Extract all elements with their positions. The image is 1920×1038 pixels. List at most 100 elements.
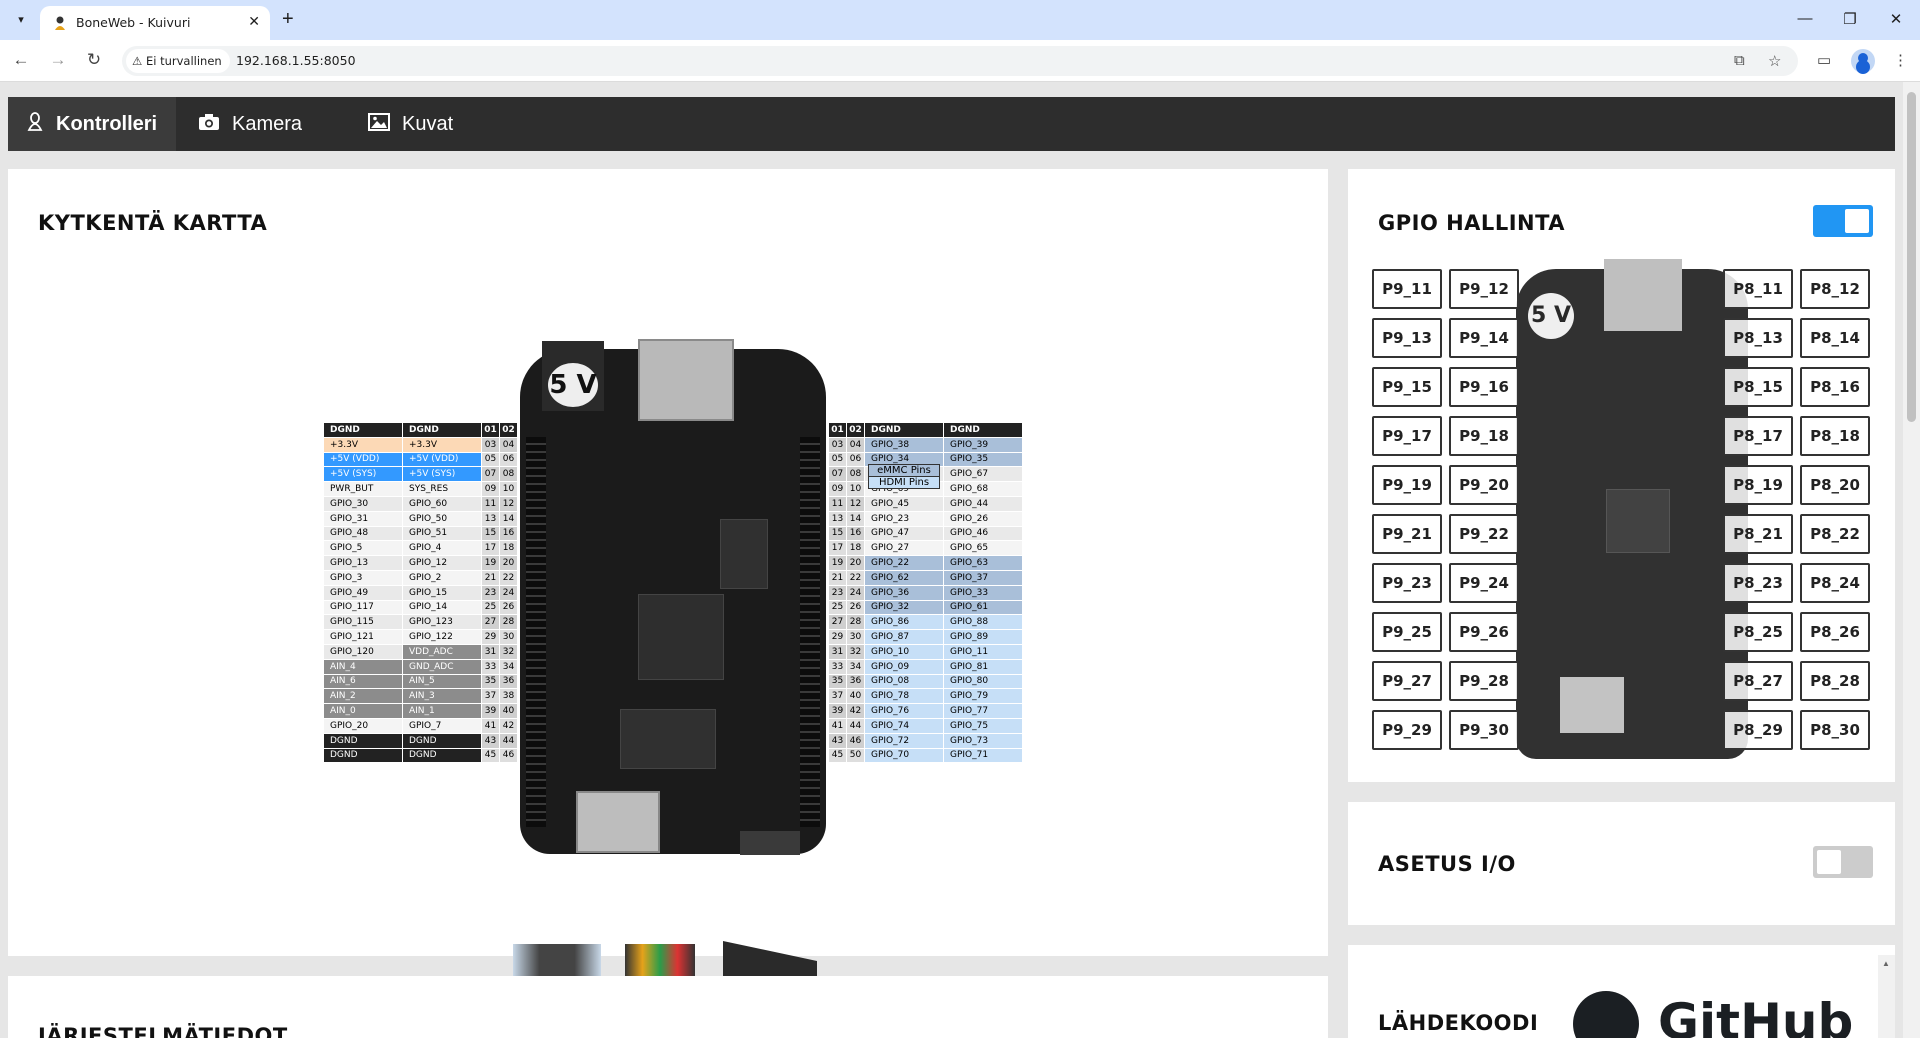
pin-number: 14 [499, 510, 518, 527]
gpio-button-p8-23[interactable]: P8_23 [1723, 563, 1793, 603]
page-scrollbar-thumb[interactable] [1907, 92, 1916, 422]
gpio-button-p8-22[interactable]: P8_22 [1800, 514, 1870, 554]
gpio-button-p8-13[interactable]: P8_13 [1723, 318, 1793, 358]
github-octocat-icon[interactable] [1573, 991, 1639, 1038]
pin-label: GPIO_33 [943, 584, 1023, 601]
gpio-button-p8-11[interactable]: P8_11 [1723, 269, 1793, 309]
back-icon[interactable]: ← [10, 50, 32, 70]
gpio-button-p9-28[interactable]: P9_28 [1449, 661, 1519, 701]
url-text[interactable]: 192.168.1.55:8050 [236, 53, 356, 68]
gpio-button-p8-17[interactable]: P8_17 [1723, 416, 1793, 456]
gpio-button-p9-26[interactable]: P9_26 [1449, 612, 1519, 652]
gpio-button-p9-19[interactable]: P9_19 [1372, 465, 1442, 505]
page-viewport: Kontrolleri Kamera Kuvat KYTKENTÄ KARTTA… [0, 82, 1920, 1038]
gpio-button-p8-27[interactable]: P8_27 [1723, 661, 1793, 701]
gpio-button-p9-24[interactable]: P9_24 [1449, 563, 1519, 603]
gpio-button-p8-30[interactable]: P8_30 [1800, 710, 1870, 750]
gpio-button-p9-23[interactable]: P9_23 [1372, 563, 1442, 603]
pin-label: GPIO_78 [864, 688, 944, 705]
p9-pin-row: AIN_6 AIN_5 35 36 [323, 673, 518, 690]
bookmark-star-icon[interactable]: ☆ [1768, 52, 1781, 70]
pin-number: 27 [481, 614, 500, 631]
gpio-button-p9-21[interactable]: P9_21 [1372, 514, 1442, 554]
gpio-button-p8-19[interactable]: P8_19 [1723, 465, 1793, 505]
gpio-button-p9-15[interactable]: P9_15 [1372, 367, 1442, 407]
scroll-up-icon[interactable]: ▲ [1882, 959, 1890, 968]
gpio-button-p9-27[interactable]: P9_27 [1372, 661, 1442, 701]
browser-tab[interactable]: BoneWeb - Kuivuri ✕ [40, 6, 270, 40]
pin-label: GPIO_26 [943, 510, 1023, 527]
nav-kamera[interactable]: Kamera [180, 97, 320, 151]
pin-number: 32 [499, 643, 518, 660]
pin-number: 03 [481, 436, 500, 453]
pin-number: 29 [828, 629, 847, 645]
gpio-button-p8-25[interactable]: P8_25 [1723, 612, 1793, 652]
tab-search-icon[interactable]: ▾ [10, 9, 32, 31]
pin-number: 36 [846, 673, 865, 690]
gpio-button-p9-14[interactable]: P9_14 [1449, 318, 1519, 358]
gpio-button-p8-15[interactable]: P8_15 [1723, 367, 1793, 407]
page-scrollbar[interactable] [1903, 82, 1920, 1038]
gpio-button-p8-14[interactable]: P8_14 [1800, 318, 1870, 358]
browser-menu-icon[interactable]: ⋮ [1893, 51, 1908, 69]
pin-number: 40 [846, 688, 865, 705]
gpio-button-p9-30[interactable]: P9_30 [1449, 710, 1519, 750]
pin-label: DGND [402, 747, 482, 764]
gpio-button-p9-18[interactable]: P9_18 [1449, 416, 1519, 456]
gpio-button-p9-29[interactable]: P9_29 [1372, 710, 1442, 750]
gpio-button-p9-12[interactable]: P9_12 [1449, 269, 1519, 309]
gpio-button-p8-29[interactable]: P8_29 [1723, 710, 1793, 750]
nav-kontrolleri[interactable]: Kontrolleri [8, 97, 176, 151]
gpio-button-p9-13[interactable]: P9_13 [1372, 318, 1442, 358]
forward-icon[interactable]: → [47, 50, 69, 70]
pin-number: 34 [499, 658, 518, 675]
gpio-title: GPIO HALLINTA [1378, 211, 1566, 235]
gpio-button-p8-16[interactable]: P8_16 [1800, 367, 1870, 407]
pin-number: 06 [499, 451, 518, 468]
gpio-button-p8-18[interactable]: P8_18 [1800, 416, 1870, 456]
new-tab-icon[interactable]: + [282, 8, 294, 31]
tab-close-icon[interactable]: ✕ [248, 13, 260, 30]
gpio-button-p9-11[interactable]: P9_11 [1372, 269, 1442, 309]
pin-label: GPIO_12 [402, 555, 482, 571]
translate-icon[interactable]: ⧉ [1734, 52, 1745, 69]
pin-label: PWR_BUT [323, 481, 403, 497]
toggle-knob [1817, 850, 1841, 874]
pin-label: GPIO_68 [943, 481, 1023, 497]
gpio-button-p9-20[interactable]: P9_20 [1449, 465, 1519, 505]
gpio-button-p8-28[interactable]: P8_28 [1800, 661, 1870, 701]
security-chip[interactable]: ⚠ Ei turvallinen [126, 49, 230, 73]
pin-number: 37 [481, 688, 500, 705]
gpio-button-p9-25[interactable]: P9_25 [1372, 612, 1442, 652]
reload-icon[interactable]: ↻ [83, 50, 105, 70]
cast-icon[interactable]: ▭ [1817, 51, 1831, 69]
source-scrollbar[interactable]: ▲ [1878, 955, 1895, 1038]
system-info-title: JÄRJESTELMÄTIEDOT [38, 1024, 288, 1038]
profile-avatar-icon[interactable] [1851, 49, 1875, 73]
gpio-button-p8-12[interactable]: P8_12 [1800, 269, 1870, 309]
gpio-button-p9-22[interactable]: P9_22 [1449, 514, 1519, 554]
pin-number: 26 [846, 599, 865, 616]
restore-icon[interactable]: ❐ [1840, 10, 1860, 28]
close-window-icon[interactable]: ✕ [1886, 10, 1906, 28]
pin-label: DGND [402, 732, 482, 749]
gpio-button-p9-16[interactable]: P9_16 [1449, 367, 1519, 407]
pin-number: 01 [481, 422, 500, 438]
nav-kuvat[interactable]: Kuvat [350, 97, 471, 151]
legend-emmc: eMMC Pins [868, 464, 940, 477]
gpio-button-p8-20[interactable]: P8_20 [1800, 465, 1870, 505]
gpio-button-p9-17[interactable]: P9_17 [1372, 416, 1442, 456]
address-bar[interactable]: ⚠ Ei turvallinen 192.168.1.55:8050 ⧉ ☆ [122, 46, 1798, 76]
pin-number: 04 [499, 436, 518, 453]
minimize-icon[interactable]: — [1795, 10, 1815, 27]
pin-label: GND_ADC [402, 658, 482, 675]
p9-pin-row: GPIO_115 GPIO_123 27 28 [323, 614, 518, 631]
gpio-button-p8-24[interactable]: P8_24 [1800, 563, 1870, 603]
pin-number: 23 [481, 584, 500, 601]
pin-label: GPIO_51 [402, 525, 482, 542]
gpio-button-p8-26[interactable]: P8_26 [1800, 612, 1870, 652]
asetus-toggle[interactable] [1813, 846, 1873, 878]
gpio-button-p8-21[interactable]: P8_21 [1723, 514, 1793, 554]
github-logo-text[interactable]: GitHub [1658, 993, 1853, 1038]
gpio-toggle[interactable] [1813, 205, 1873, 237]
